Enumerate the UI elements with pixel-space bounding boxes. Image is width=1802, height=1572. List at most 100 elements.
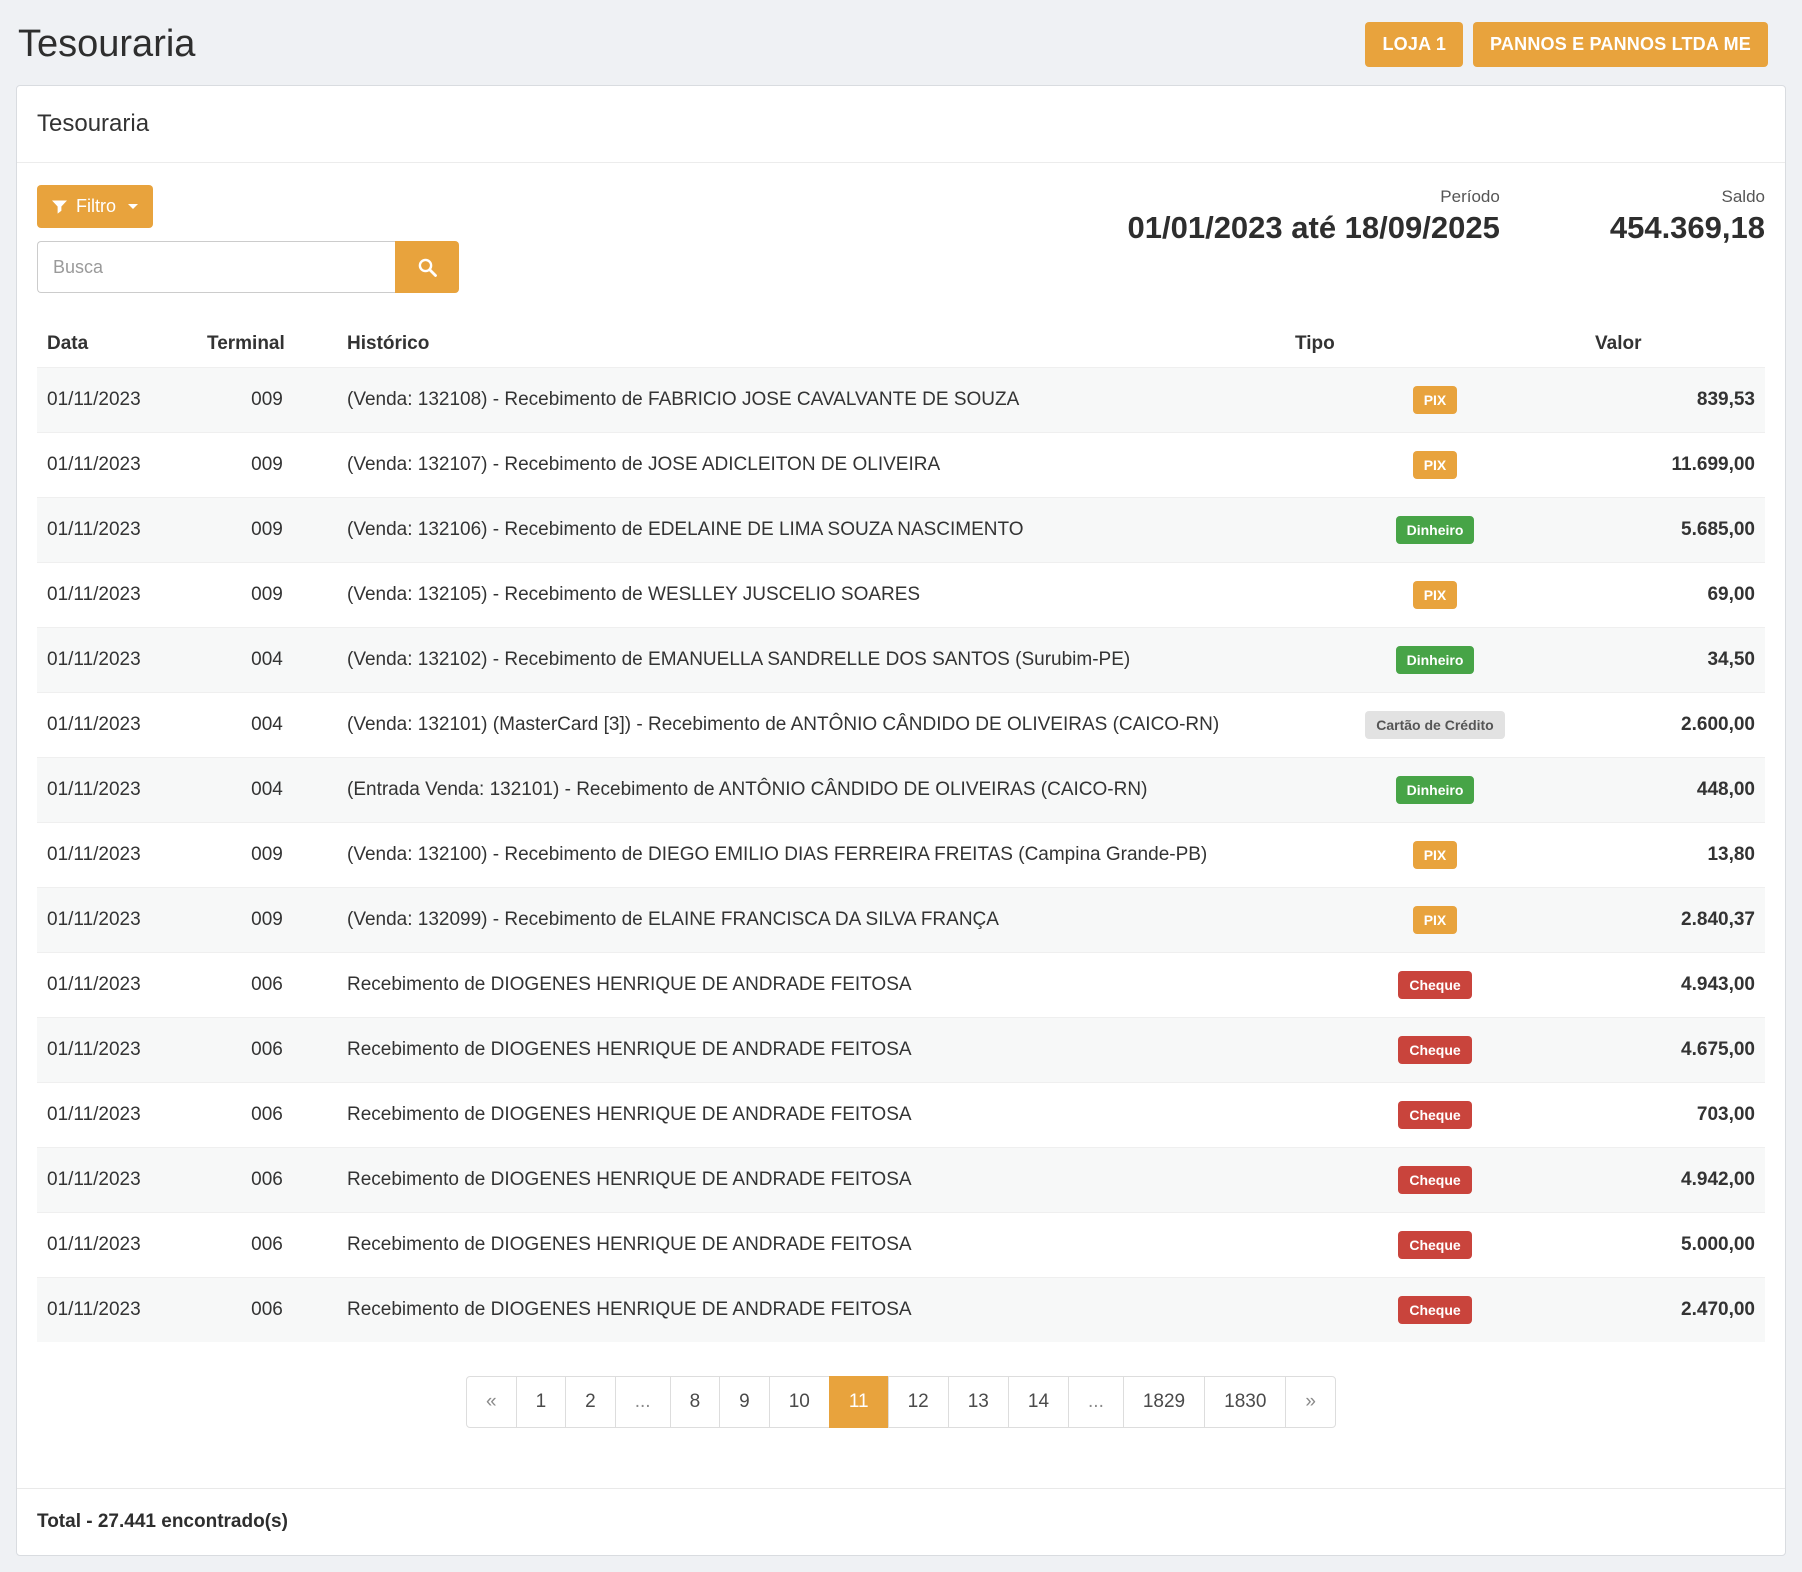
- cell-tipo: Cheque: [1285, 1018, 1585, 1083]
- pagination-ellipsis: ...: [1068, 1376, 1124, 1428]
- cell-valor: 839,53: [1585, 368, 1765, 433]
- cell-historico: (Venda: 132102) - Recebimento de EMANUEL…: [337, 628, 1285, 693]
- cell-terminal: 004: [197, 693, 337, 758]
- cell-historico: Recebimento de DIOGENES HENRIQUE DE ANDR…: [337, 1083, 1285, 1148]
- cell-terminal: 004: [197, 758, 337, 823]
- filter-button-label: Filtro: [76, 196, 116, 217]
- cell-valor: 2.840,37: [1585, 888, 1765, 953]
- search-button[interactable]: [395, 241, 459, 293]
- cell-valor: 11.699,00: [1585, 433, 1765, 498]
- cell-data: 01/11/2023: [37, 758, 197, 823]
- pagination-ellipsis: ...: [615, 1376, 671, 1428]
- pagination-page-1830[interactable]: 1830: [1204, 1376, 1286, 1428]
- store-button[interactable]: LOJA 1: [1365, 22, 1463, 67]
- pagination-page-1829[interactable]: 1829: [1123, 1376, 1205, 1428]
- cell-terminal: 006: [197, 1083, 337, 1148]
- cell-data: 01/11/2023: [37, 1213, 197, 1278]
- pagination: «12...891011121314...18291830»: [37, 1376, 1765, 1488]
- tipo-badge: Cheque: [1398, 1101, 1471, 1129]
- filter-icon: [52, 200, 67, 214]
- cell-tipo: PIX: [1285, 888, 1585, 953]
- pagination-page-13[interactable]: 13: [948, 1376, 1009, 1428]
- tipo-badge: Dinheiro: [1396, 776, 1475, 804]
- cell-terminal: 009: [197, 368, 337, 433]
- cell-historico: (Venda: 132099) - Recebimento de ELAINE …: [337, 888, 1285, 953]
- table-header-row: DataTerminalHistóricoTipoValor: [37, 321, 1765, 368]
- tipo-badge: Cheque: [1398, 1036, 1471, 1064]
- cell-valor: 13,80: [1585, 823, 1765, 888]
- table-row: 01/11/2023009(Venda: 132106) - Recebimen…: [37, 498, 1765, 563]
- cell-valor: 69,00: [1585, 563, 1765, 628]
- transactions-table: DataTerminalHistóricoTipoValor 01/11/202…: [37, 321, 1765, 1342]
- cell-terminal: 009: [197, 433, 337, 498]
- table-row: 01/11/2023009(Venda: 132099) - Recebimen…: [37, 888, 1765, 953]
- toolbar-left: Filtro: [37, 185, 459, 293]
- cell-data: 01/11/2023: [37, 823, 197, 888]
- tipo-badge: Cheque: [1398, 1296, 1471, 1324]
- table-row: 01/11/2023004(Venda: 132102) - Recebimen…: [37, 628, 1765, 693]
- cell-tipo: PIX: [1285, 823, 1585, 888]
- cell-tipo: Cheque: [1285, 1213, 1585, 1278]
- pagination-page-2[interactable]: 2: [565, 1376, 616, 1428]
- page-title: Tesouraria: [18, 23, 195, 66]
- period-label: Período: [1128, 187, 1500, 207]
- table-row: 01/11/2023006Recebimento de DIOGENES HEN…: [37, 953, 1765, 1018]
- cell-tipo: Cheque: [1285, 1278, 1585, 1343]
- cell-tipo: PIX: [1285, 433, 1585, 498]
- tipo-badge: Dinheiro: [1396, 516, 1475, 544]
- pagination-page-10[interactable]: 10: [769, 1376, 830, 1428]
- cell-terminal: 009: [197, 498, 337, 563]
- tipo-badge: PIX: [1413, 841, 1458, 869]
- pagination-prev[interactable]: «: [466, 1376, 517, 1428]
- column-header-historico: Histórico: [337, 321, 1285, 368]
- cell-valor: 703,00: [1585, 1083, 1765, 1148]
- cell-data: 01/11/2023: [37, 1278, 197, 1343]
- pagination-page-11[interactable]: 11: [829, 1376, 889, 1428]
- cell-tipo: PIX: [1285, 563, 1585, 628]
- cell-terminal: 006: [197, 953, 337, 1018]
- cell-historico: Recebimento de DIOGENES HENRIQUE DE ANDR…: [337, 1018, 1285, 1083]
- cell-historico: (Venda: 132106) - Recebimento de EDELAIN…: [337, 498, 1285, 563]
- table-row: 01/11/2023006Recebimento de DIOGENES HEN…: [37, 1018, 1765, 1083]
- tipo-badge: PIX: [1413, 451, 1458, 479]
- period-value: 01/01/2023 até 18/09/2025: [1128, 210, 1500, 246]
- cell-data: 01/11/2023: [37, 1018, 197, 1083]
- chevron-down-icon: [128, 204, 138, 209]
- table-row: 01/11/2023006Recebimento de DIOGENES HEN…: [37, 1083, 1765, 1148]
- table-row: 01/11/2023004(Entrada Venda: 132101) - R…: [37, 758, 1765, 823]
- filter-button[interactable]: Filtro: [37, 185, 153, 228]
- search-group: [37, 241, 459, 293]
- table-body: 01/11/2023009(Venda: 132108) - Recebimen…: [37, 368, 1765, 1343]
- cell-tipo: PIX: [1285, 368, 1585, 433]
- search-input[interactable]: [37, 241, 395, 293]
- cell-historico: Recebimento de DIOGENES HENRIQUE DE ANDR…: [337, 1148, 1285, 1213]
- cell-tipo: Cheque: [1285, 1083, 1585, 1148]
- card-body: Filtro: [17, 163, 1785, 1488]
- table-row: 01/11/2023006Recebimento de DIOGENES HEN…: [37, 1278, 1765, 1343]
- cell-historico: (Venda: 132107) - Recebimento de JOSE AD…: [337, 433, 1285, 498]
- pagination-next[interactable]: »: [1285, 1376, 1336, 1428]
- cell-historico: (Venda: 132100) - Recebimento de DIEGO E…: [337, 823, 1285, 888]
- pagination-page-12[interactable]: 12: [888, 1376, 949, 1428]
- column-header-data: Data: [37, 321, 197, 368]
- table-row: 01/11/2023009(Venda: 132105) - Recebimen…: [37, 563, 1765, 628]
- cell-valor: 4.675,00: [1585, 1018, 1765, 1083]
- cell-historico: Recebimento de DIOGENES HENRIQUE DE ANDR…: [337, 1213, 1285, 1278]
- pagination-page-8[interactable]: 8: [670, 1376, 721, 1428]
- balance-label: Saldo: [1610, 187, 1765, 207]
- table-row: 01/11/2023006Recebimento de DIOGENES HEN…: [37, 1213, 1765, 1278]
- cell-tipo: Cheque: [1285, 1148, 1585, 1213]
- cell-data: 01/11/2023: [37, 1083, 197, 1148]
- tipo-badge: Cheque: [1398, 971, 1471, 999]
- cell-valor: 448,00: [1585, 758, 1765, 823]
- pagination-page-9[interactable]: 9: [719, 1376, 770, 1428]
- tipo-badge: PIX: [1413, 386, 1458, 414]
- pagination-page-14[interactable]: 14: [1008, 1376, 1069, 1428]
- cell-valor: 2.470,00: [1585, 1278, 1765, 1343]
- column-header-tipo: Tipo: [1285, 321, 1585, 368]
- tipo-badge: Dinheiro: [1396, 646, 1475, 674]
- company-button[interactable]: PANNOS E PANNOS LTDA ME: [1473, 22, 1768, 67]
- total-footer: Total - 27.441 encontrado(s): [17, 1488, 1785, 1555]
- cell-historico: Recebimento de DIOGENES HENRIQUE DE ANDR…: [337, 1278, 1285, 1343]
- pagination-page-1[interactable]: 1: [516, 1376, 567, 1428]
